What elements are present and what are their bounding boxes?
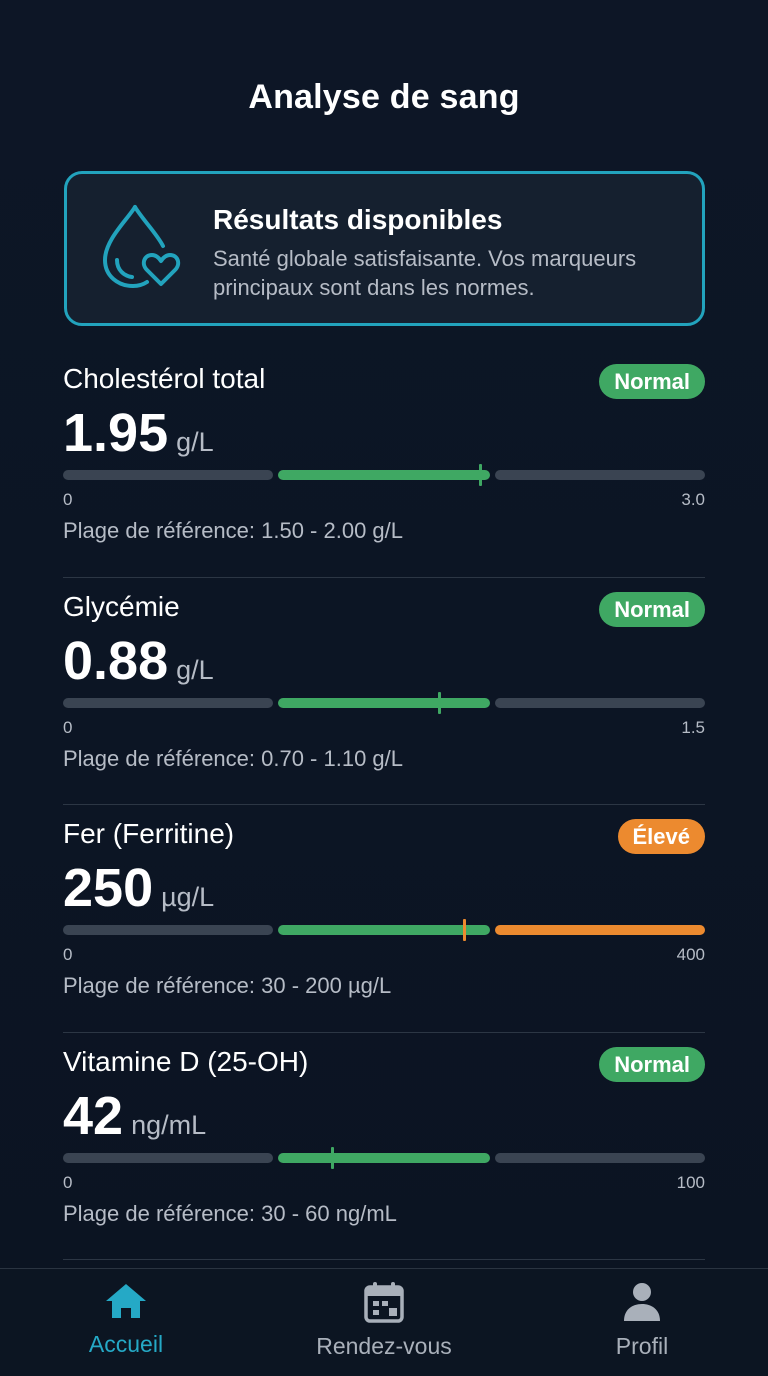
marker-card-glycemia[interactable]: Glycémie Normal 0.88 g/L 0 1.5 Plage de r…: [63, 578, 705, 805]
marker-card-ferritin[interactable]: Fer (Ferritine) Élevé 250 µg/L 0 400 Plag…: [63, 805, 705, 1033]
range-bar: [63, 464, 705, 486]
range-bar: [63, 691, 705, 714]
marker-value: 0.88: [63, 630, 169, 691]
range-segment-low: [63, 1152, 273, 1163]
reference-range: Plage de référence: 30 - 200 µg/L: [63, 973, 392, 998]
value-indicator: [478, 464, 482, 486]
reference-range: Plage de référence: 0.70 - 1.10 g/L: [63, 745, 404, 771]
reference-range: Plage de référence: 30 - 60 ng/mL: [63, 1200, 397, 1226]
nav-item-home[interactable]: Accueil: [26, 1281, 226, 1358]
nav-item-appointments[interactable]: Rendez-vous: [284, 1281, 484, 1360]
range-segment-low: [63, 925, 273, 935]
scale-max-label: 100: [676, 1172, 705, 1192]
scale-max-label: 400: [676, 945, 705, 964]
scale-min-label: 0: [63, 717, 73, 737]
value-row: 1.95 g/L: [63, 402, 214, 464]
nav-label-appointments: Rendez-vous: [316, 1333, 452, 1359]
marker-list: Cholestérol total Normal 1.95 g/L 0 3.0 P…: [63, 350, 705, 1260]
range-segment-normal: [278, 470, 490, 480]
marker-unit: g/L: [176, 654, 214, 685]
summary-card[interactable]: Résultats disponibles Santé globale sati…: [64, 171, 705, 326]
nav-item-profile[interactable]: Profil: [542, 1281, 742, 1360]
drop-heart-icon: [102, 205, 181, 289]
scale-min-label: 0: [63, 945, 73, 964]
blood-analysis-screen: Analyse de sang Résultats disponibles Sa…: [0, 0, 768, 1376]
marker-name: Glycémie: [63, 590, 180, 622]
summary-text: Santé globale satisfaisante. Vos marqueu…: [213, 246, 637, 300]
calendar-icon: [364, 1282, 404, 1323]
range-segment-high: [495, 697, 705, 708]
summary-title: Résultats disponibles: [213, 204, 503, 235]
user-icon: [624, 1283, 660, 1321]
marker-name: Fer (Ferritine): [63, 818, 235, 849]
marker-card-vitamin-d[interactable]: Vitamine D (25-OH) Normal 42 ng/mL 0 100 …: [63, 1033, 705, 1260]
marker-name: Cholestérol total: [63, 363, 266, 394]
range-segment-high: [495, 470, 705, 480]
value-indicator: [438, 691, 442, 714]
marker-value: 1.95: [63, 403, 169, 463]
range-segment-normal: [278, 1152, 490, 1163]
value-indicator: [331, 1146, 335, 1169]
range-bar: [63, 1146, 705, 1169]
home-icon: [106, 1284, 146, 1318]
range-segment-high: [495, 1152, 705, 1163]
bottom-navigation: Accueil Rendez-vous Profil: [0, 1268, 768, 1376]
marker-card-cholesterol[interactable]: Cholestérol total Normal 1.95 g/L 0 3.0 P…: [63, 350, 705, 578]
marker-value: 250: [63, 858, 154, 918]
range-segment-normal: [278, 697, 490, 708]
nav-label-home: Accueil: [88, 1331, 164, 1357]
marker-unit: ng/mL: [131, 1109, 207, 1140]
status-badge: Normal: [599, 364, 705, 399]
status-badge: Normal: [599, 1046, 705, 1082]
range-segment-low: [63, 697, 273, 708]
range-bar: [63, 919, 705, 941]
nav-label-profile: Profil: [615, 1333, 669, 1359]
value-row: 0.88 g/L: [63, 630, 214, 692]
marker-value: 42: [63, 1085, 124, 1146]
status-badge: Normal: [599, 591, 705, 627]
value-row: 250 µg/L: [63, 857, 214, 919]
status-badge: Élevé: [617, 819, 705, 854]
range-segment-high: [495, 925, 705, 935]
scale-min-label: 0: [63, 490, 73, 509]
value-row: 42 ng/mL: [63, 1085, 206, 1147]
range-segment-normal: [278, 925, 490, 935]
page-title: Analyse de sang: [248, 78, 520, 116]
range-segment-low: [63, 470, 273, 480]
scale-max-label: 1.5: [681, 717, 705, 737]
marker-name: Vitamine D (25-OH): [63, 1045, 309, 1077]
scale-min-label: 0: [63, 1172, 73, 1192]
marker-unit: g/L: [176, 427, 214, 457]
reference-range: Plage de référence: 1.50 - 2.00 g/L: [63, 518, 404, 543]
marker-unit: µg/L: [161, 882, 215, 912]
value-indicator: [462, 919, 466, 941]
scale-max-label: 3.0: [681, 490, 705, 509]
